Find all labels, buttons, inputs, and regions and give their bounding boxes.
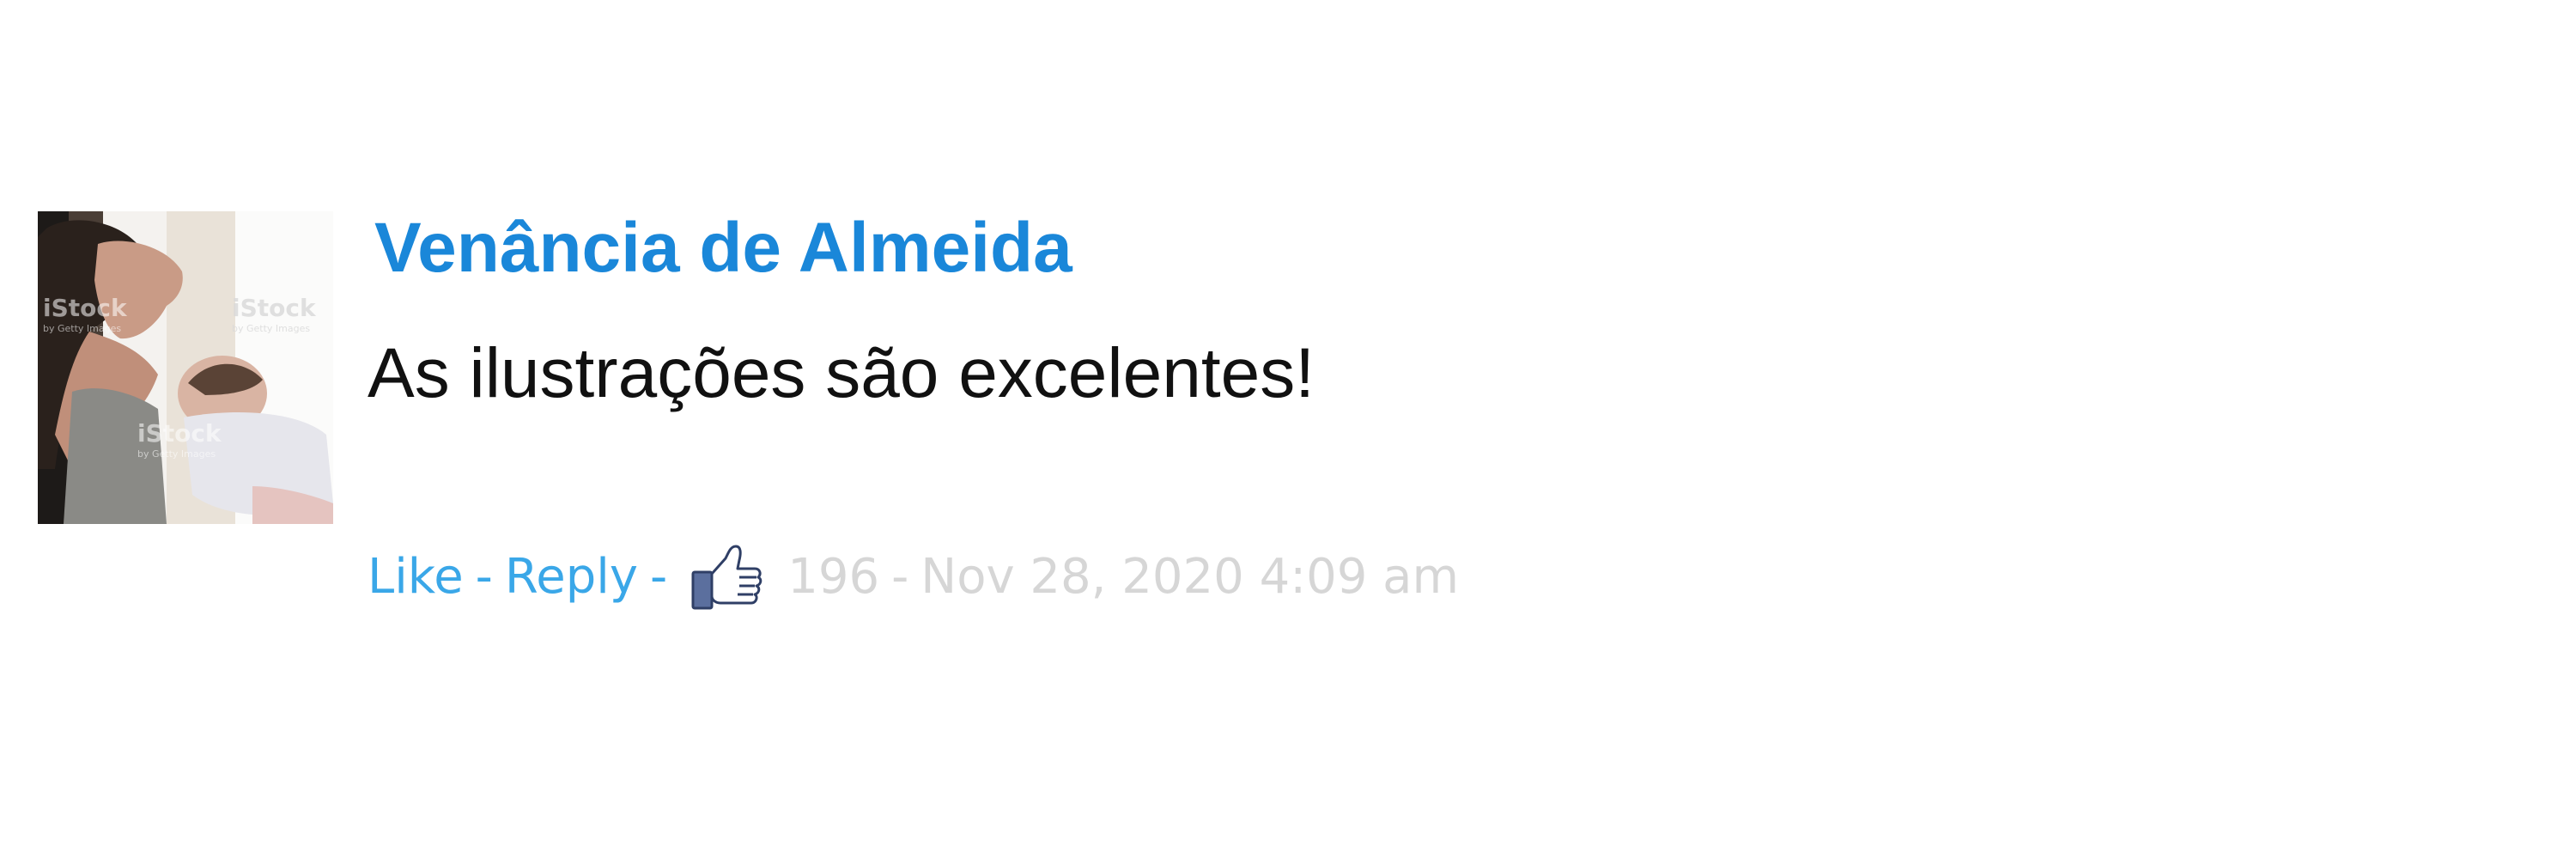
like-link[interactable]: Like bbox=[368, 553, 464, 601]
separator: - bbox=[649, 549, 668, 605]
watermark-text-1: iStock bbox=[43, 294, 128, 322]
comment-card: iStock by Getty Images iStock by Getty I… bbox=[38, 211, 1583, 615]
watermark-text-3: iStock bbox=[137, 419, 222, 448]
comment-text: As ilustrações são excelentes! bbox=[368, 334, 1315, 412]
watermark-subtext-2: by Getty Images bbox=[232, 323, 310, 334]
thumbs-up-icon[interactable] bbox=[691, 543, 763, 612]
reply-link[interactable]: Reply bbox=[505, 553, 638, 601]
watermark-subtext-3: by Getty Images bbox=[137, 448, 216, 460]
avatar-photo: iStock by Getty Images iStock by Getty I… bbox=[38, 211, 333, 524]
comment-actions: Like - Reply - 196 - Nov 28, 2020 4:09 a… bbox=[368, 543, 1459, 612]
separator: - bbox=[891, 549, 909, 605]
like-count: 196 bbox=[787, 549, 880, 605]
watermark-text-2: iStock bbox=[232, 294, 317, 322]
avatar[interactable]: iStock by Getty Images iStock by Getty I… bbox=[38, 211, 333, 524]
separator: - bbox=[475, 549, 493, 605]
watermark-subtext-1: by Getty Images bbox=[43, 323, 121, 334]
timestamp: Nov 28, 2020 4:09 am bbox=[920, 549, 1459, 605]
author-name[interactable]: Venância de Almeida bbox=[374, 213, 1072, 283]
